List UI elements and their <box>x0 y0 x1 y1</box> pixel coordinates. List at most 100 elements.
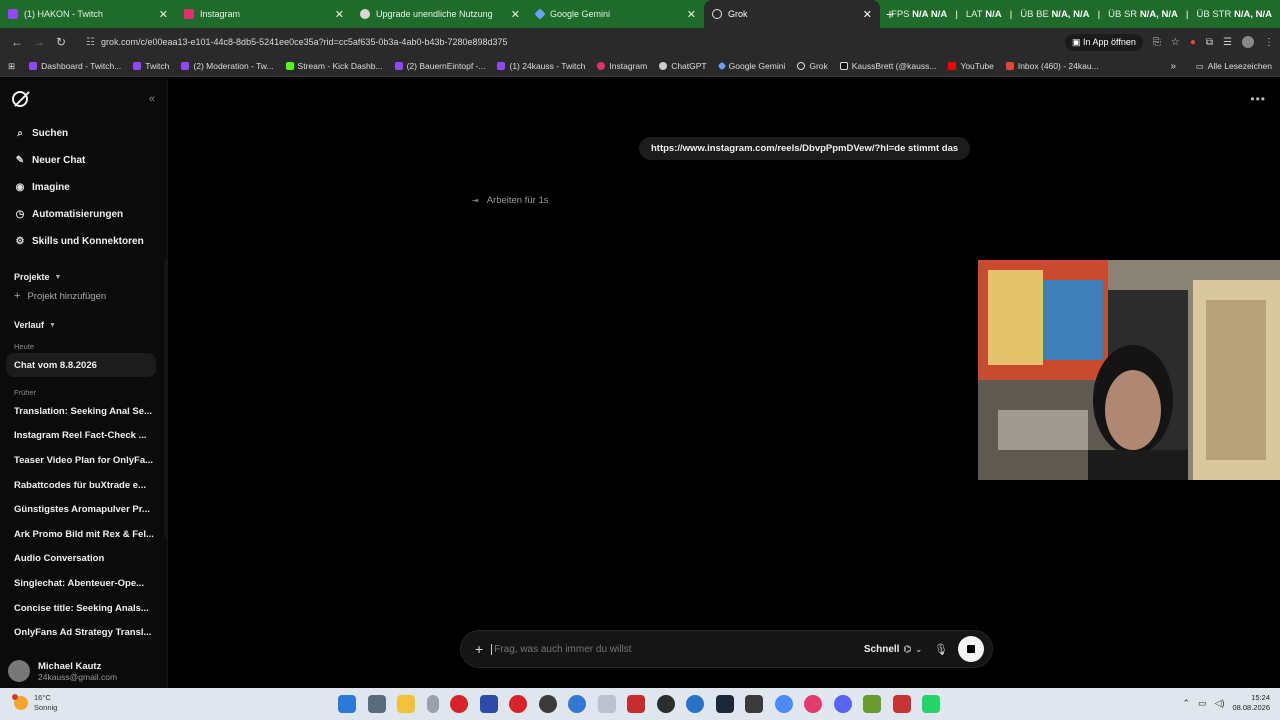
nav-automations[interactable]: ◷ Automatisierungen <box>0 201 167 228</box>
apps-icon[interactable]: ⊞ <box>8 61 15 72</box>
reload-icon[interactable]: ↻ <box>50 35 72 49</box>
close-icon[interactable]: ✕ <box>159 8 168 21</box>
translate-icon[interactable]: ⎘ <box>1153 37 1161 48</box>
site-info-icon[interactable]: ☷ <box>86 37 95 48</box>
file-explorer-icon[interactable] <box>397 695 415 713</box>
discord-icon[interactable] <box>833 695 852 713</box>
more-bookmarks-icon[interactable]: » <box>1170 61 1176 72</box>
forward-icon[interactable]: → <box>28 35 50 49</box>
bookmark[interactable]: YouTube <box>948 61 994 71</box>
history-item[interactable]: OnlyFans Ad Strategy Transl... <box>0 620 156 645</box>
chat-input[interactable] <box>491 643 864 655</box>
bookmark[interactable]: KaussBrett (@kauss... <box>839 61 936 71</box>
calculator-icon[interactable] <box>367 695 386 713</box>
star-icon[interactable]: ☆ <box>1171 37 1180 48</box>
mouse-app-icon[interactable] <box>426 695 439 713</box>
menu-icon[interactable]: ☰ <box>1223 37 1232 48</box>
app-icon[interactable] <box>892 695 911 713</box>
sidebar-scrollbar[interactable] <box>164 258 167 538</box>
history-item[interactable]: Instagram Reel Fact-Check ... <box>0 424 156 449</box>
nav-search[interactable]: ⌕ Suchen <box>0 120 167 147</box>
history-item[interactable]: Audio Conversation <box>0 547 156 572</box>
history-item[interactable]: Günstigstes Aromapulver Pr... <box>0 497 156 522</box>
url-field[interactable]: ☷ grok.com/c/e00eaa13-e101-44c8-8db5-524… <box>86 37 1065 48</box>
steam-icon[interactable] <box>715 695 734 713</box>
obs-icon[interactable] <box>538 695 557 713</box>
history-item[interactable]: Rabattcodes für buXtrade e... <box>0 473 156 498</box>
bookmark[interactable]: Inbox (460) - 24kau... <box>1005 61 1099 71</box>
stop-button[interactable] <box>958 636 984 662</box>
app-icon[interactable] <box>745 695 763 713</box>
vegas-icon[interactable] <box>479 695 498 713</box>
close-icon[interactable]: ✕ <box>511 8 520 21</box>
display-icon[interactable]: ▭ <box>1198 698 1207 709</box>
close-icon[interactable]: ✕ <box>335 8 344 21</box>
tab-instagram[interactable]: Instagram ✕ <box>176 0 352 28</box>
app-icon[interactable] <box>568 695 586 713</box>
app-icon[interactable] <box>863 695 881 713</box>
chevron-up-icon[interactable]: ⌃ <box>1182 698 1190 709</box>
collapse-sidebar-icon[interactable]: « <box>149 93 155 105</box>
nav-skills[interactable]: ⚙ Skills und Konnektoren <box>0 228 167 255</box>
app-icon[interactable] <box>686 695 704 713</box>
thinking-status[interactable]: ⇥ Arbeiten für 1s <box>472 195 549 206</box>
bookmark[interactable]: Google Gemini <box>717 61 785 71</box>
system-tray: ⌃ ▭ ◁) 15:24 08.08.2026 <box>1182 693 1270 713</box>
bookmark[interactable]: Grok <box>797 61 828 71</box>
tab-upgrade[interactable]: Upgrade unendliche Nutzung ✕ <box>352 0 528 28</box>
close-icon[interactable]: ✕ <box>687 8 696 21</box>
all-bookmarks-button[interactable]: ▭ Alle Lesezeichen <box>1196 61 1272 72</box>
extension-icon[interactable]: ● <box>1190 37 1196 48</box>
profile-icon[interactable] <box>1242 36 1254 48</box>
clock[interactable]: 15:24 08.08.2026 <box>1232 693 1270 713</box>
mode-selector[interactable]: Schnell ⌬ ⌄ <box>864 644 922 655</box>
grok-logo-icon[interactable] <box>12 91 28 107</box>
history-item[interactable]: Singlechat: Abenteuer-Ope... <box>0 571 156 596</box>
bookmark[interactable]: (2) Moderation - Tw... <box>181 61 274 71</box>
history-item[interactable]: Translation: Seeking Anal Se... <box>0 399 156 424</box>
tab-twitch[interactable]: (1) HAKON - Twitch ✕ <box>0 0 176 28</box>
close-icon[interactable]: ✕ <box>863 8 872 21</box>
record-app-icon[interactable] <box>509 695 527 713</box>
puzzle-icon[interactable]: ⧉ <box>1206 37 1213 48</box>
history-item[interactable]: Ark Promo Bild mit Rex & Fel... <box>0 522 156 547</box>
opera-icon[interactable] <box>450 695 468 713</box>
kebab-icon[interactable]: ⋮ <box>1264 37 1274 48</box>
history-item[interactable]: Teaser Video Plan for OnlyFa... <box>0 448 156 473</box>
bookmark[interactable]: Instagram <box>597 61 647 71</box>
open-in-app-button[interactable]: ▣ In App öffnen <box>1064 33 1143 51</box>
app-icon[interactable] <box>627 695 645 713</box>
user-profile[interactable]: Michael Kautz 24kauss@gmail.com <box>8 660 117 682</box>
grok-icon <box>797 62 806 70</box>
more-options-icon[interactable]: ••• <box>1250 92 1266 106</box>
bookmark[interactable]: (1) 24kauss - Twitch <box>497 61 585 71</box>
bookmark[interactable]: (2) BauernEintopf -... <box>394 61 485 71</box>
attach-icon[interactable]: + <box>475 641 483 657</box>
bookmark[interactable]: Stream - Kick Dashb... <box>285 61 383 71</box>
twitch-icon <box>394 62 403 70</box>
history-item[interactable]: Concise title: Seeking Anals... <box>0 596 156 621</box>
chatgpt-icon <box>360 9 370 19</box>
tab-gemini[interactable]: Google Gemini ✕ <box>528 0 704 28</box>
add-project-button[interactable]: + Projekt hinzufügen <box>0 285 167 307</box>
app-icon[interactable] <box>804 695 822 713</box>
bookmark[interactable]: Dashboard - Twitch... <box>29 61 121 71</box>
windows-start-icon[interactable] <box>338 695 356 713</box>
back-icon[interactable]: ← <box>6 35 28 49</box>
weather-widget[interactable]: 16°C Sonnig <box>12 693 57 713</box>
chrome-icon[interactable] <box>774 695 793 713</box>
bookmark[interactable]: ChatGPT <box>659 61 707 71</box>
whatsapp-icon[interactable] <box>922 695 940 713</box>
history-header[interactable]: Verlauf ▼ <box>0 317 167 333</box>
tab-grok[interactable]: Grok ✕ <box>704 0 880 28</box>
app-icon[interactable] <box>656 695 675 713</box>
app-icon[interactable] <box>597 695 616 713</box>
volume-icon[interactable]: ◁) <box>1215 698 1225 709</box>
history-item[interactable]: Chat vom 8.8.2026 <box>6 353 156 377</box>
chevron-down-icon: ⌄ <box>915 644 923 654</box>
bookmark[interactable]: Twitch <box>133 61 169 71</box>
microphone-icon[interactable]: 🎙 <box>934 643 948 656</box>
nav-new-chat[interactable]: ✎ Neuer Chat <box>0 147 167 174</box>
nav-imagine[interactable]: ◉ Imagine <box>0 174 167 201</box>
projects-header[interactable]: Projekte ▼ <box>0 269 167 285</box>
